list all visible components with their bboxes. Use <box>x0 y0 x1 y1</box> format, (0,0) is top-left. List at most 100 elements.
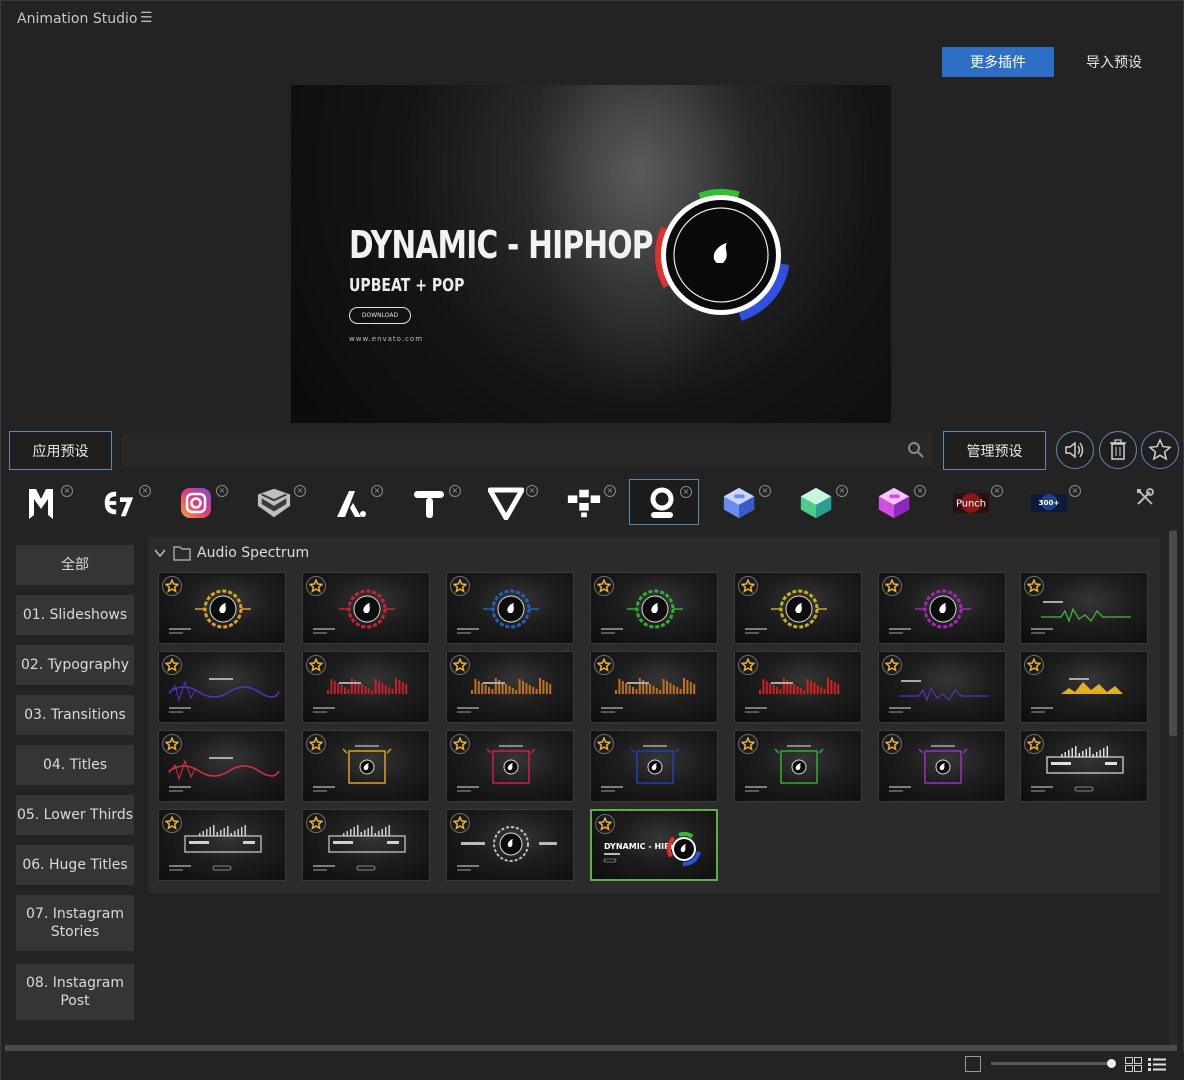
category-instagram-stories[interactable]: 07. Instagram Stories <box>16 895 134 951</box>
preset-thumbnail[interactable] <box>878 572 1006 644</box>
grid-view-icon[interactable] <box>1125 1057 1142 1072</box>
preset-thumbnail[interactable] <box>446 730 574 802</box>
favorite-star-icon[interactable] <box>306 813 326 833</box>
plugin-nodes[interactable]: × <box>552 479 622 525</box>
preset-thumbnail[interactable] <box>158 651 286 723</box>
category-lower-thirds[interactable]: 05. Lower Thirds <box>16 795 134 835</box>
favorite-star-icon[interactable] <box>450 734 470 754</box>
preset-thumbnail[interactable] <box>158 572 286 644</box>
audio-toggle-button[interactable] <box>1056 431 1094 469</box>
zoom-slider-track[interactable] <box>991 1062 1115 1065</box>
remove-plugin-icon[interactable]: × <box>836 485 848 497</box>
plugin-blue-cube[interactable]: × <box>707 479 777 525</box>
remove-plugin-icon[interactable]: × <box>1069 485 1081 497</box>
fit-icon[interactable] <box>965 1056 981 1072</box>
favorite-star-icon[interactable] <box>882 734 902 754</box>
category-huge-titles[interactable]: 06. Huge Titles <box>16 845 134 885</box>
zoom-slider-knob[interactable] <box>1107 1059 1116 1068</box>
more-plugins-button[interactable]: 更多插件 <box>942 47 1054 77</box>
preset-thumbnail[interactable] <box>302 809 430 881</box>
tools-icon[interactable] <box>1135 487 1155 507</box>
plugin-a[interactable]: × <box>319 479 389 525</box>
favorite-star-icon[interactable] <box>595 814 615 834</box>
remove-plugin-icon[interactable]: × <box>991 485 1003 497</box>
delete-button[interactable] <box>1099 431 1137 469</box>
plugin-m[interactable]: × <box>9 479 79 525</box>
preset-thumbnail[interactable] <box>734 572 862 644</box>
preset-thumbnail[interactable] <box>302 730 430 802</box>
favorite-star-icon[interactable] <box>594 734 614 754</box>
remove-plugin-icon[interactable]: × <box>526 485 538 497</box>
favorite-star-icon[interactable] <box>738 576 758 596</box>
favorite-star-icon[interactable] <box>450 655 470 675</box>
preset-thumbnail[interactable] <box>1020 651 1148 723</box>
plugin-e7[interactable]: × <box>87 479 157 525</box>
favorite-star-icon[interactable] <box>162 655 182 675</box>
hamburger-menu-icon[interactable]: ☰ <box>140 10 153 26</box>
plugin-punch[interactable]: Punch × <box>939 479 1009 525</box>
remove-plugin-icon[interactable]: × <box>294 485 306 497</box>
favorite-star-icon[interactable] <box>162 813 182 833</box>
manage-presets-button[interactable]: 管理预设 <box>943 431 1046 470</box>
favorite-star-icon[interactable] <box>306 576 326 596</box>
preset-thumbnail[interactable] <box>590 730 718 802</box>
plugin-chevron-badge[interactable]: × <box>242 479 312 525</box>
favorite-star-icon[interactable] <box>738 655 758 675</box>
favorite-star-icon[interactable] <box>162 576 182 596</box>
preset-thumbnail[interactable] <box>878 651 1006 723</box>
favorite-button[interactable] <box>1141 431 1179 469</box>
favorite-star-icon[interactable] <box>1024 734 1044 754</box>
category-slideshows[interactable]: 01. Slideshows <box>16 595 134 635</box>
preset-thumbnail[interactable] <box>446 572 574 644</box>
favorite-star-icon[interactable] <box>1024 576 1044 596</box>
plugin-v[interactable]: × <box>474 479 544 525</box>
preset-thumbnail[interactable] <box>158 730 286 802</box>
preset-thumbnail[interactable] <box>302 651 430 723</box>
category-titles[interactable]: 04. Titles <box>16 745 134 785</box>
remove-plugin-icon[interactable]: × <box>680 486 692 498</box>
category-transitions[interactable]: 03. Transitions <box>16 695 134 735</box>
import-presets-button[interactable]: 导入预设 <box>1071 47 1157 77</box>
favorite-star-icon[interactable] <box>1024 655 1044 675</box>
favorite-star-icon[interactable] <box>450 576 470 596</box>
remove-plugin-icon[interactable]: × <box>139 485 151 497</box>
favorite-star-icon[interactable] <box>594 655 614 675</box>
remove-plugin-icon[interactable]: × <box>914 485 926 497</box>
plugin-pink-cube[interactable]: × <box>862 479 932 525</box>
preset-thumbnail[interactable] <box>158 809 286 881</box>
chevron-down-icon[interactable] <box>153 546 167 560</box>
preset-thumbnail[interactable] <box>878 730 1006 802</box>
plugin-instagram[interactable]: × <box>164 479 234 525</box>
preset-thumbnail[interactable] <box>446 809 574 881</box>
preset-thumbnail[interactable] <box>734 651 862 723</box>
folder-header[interactable]: Audio Spectrum <box>153 542 309 564</box>
category-instagram-post[interactable]: 08. Instagram Post <box>16 964 134 1020</box>
plugin-t[interactable]: × <box>397 479 467 525</box>
plugin-transitions[interactable]: 300+ × <box>1017 479 1087 525</box>
preset-thumbnail[interactable] <box>446 651 574 723</box>
favorite-star-icon[interactable] <box>738 734 758 754</box>
search-input[interactable] <box>122 433 933 467</box>
category-typography[interactable]: 02. Typography <box>16 645 134 685</box>
preset-thumbnail[interactable] <box>590 651 718 723</box>
preset-thumbnail[interactable] <box>590 572 718 644</box>
preset-thumbnail[interactable] <box>302 572 430 644</box>
preset-thumbnail[interactable]: DYNAMIC - HIPHOP <box>590 809 718 881</box>
search-icon[interactable] <box>907 441 925 459</box>
category-all[interactable]: 全部 <box>16 545 134 585</box>
remove-plugin-icon[interactable]: × <box>216 485 228 497</box>
favorite-star-icon[interactable] <box>594 576 614 596</box>
remove-plugin-icon[interactable]: × <box>371 485 383 497</box>
plugin-green-cube[interactable]: × <box>784 479 854 525</box>
plugin-q[interactable]: × <box>629 479 699 525</box>
apply-preset-button[interactable]: 应用预设 <box>9 431 112 470</box>
remove-plugin-icon[interactable]: × <box>61 485 73 497</box>
list-view-icon[interactable] <box>1148 1057 1166 1072</box>
vertical-scrollbar-thumb[interactable] <box>1169 531 1177 736</box>
preset-thumbnail[interactable] <box>1020 572 1148 644</box>
remove-plugin-icon[interactable]: × <box>604 485 616 497</box>
favorite-star-icon[interactable] <box>882 576 902 596</box>
favorite-star-icon[interactable] <box>162 734 182 754</box>
favorite-star-icon[interactable] <box>882 655 902 675</box>
remove-plugin-icon[interactable]: × <box>759 485 771 497</box>
